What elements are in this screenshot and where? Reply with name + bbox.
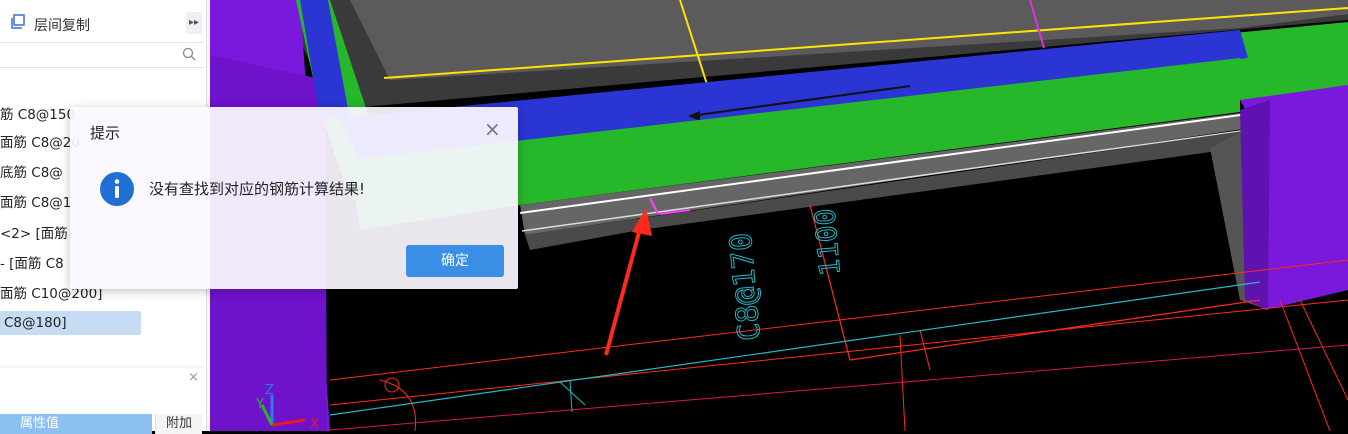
collapse-panel-button[interactable]: ▸▸	[186, 12, 202, 34]
dimension-text: 1100	[808, 207, 847, 277]
tree-item-selected[interactable]: C8@180]	[0, 311, 141, 335]
tree-item[interactable]: 面筋 C8@1	[0, 191, 71, 215]
property-value-label: 属性值	[20, 416, 60, 431]
axis-label-x: X	[310, 417, 319, 431]
tree-item[interactable]: - [面筋 C8	[0, 252, 64, 276]
search-icon[interactable]	[182, 47, 196, 61]
property-panel: × 属性值 附加	[0, 368, 207, 434]
copy-icon[interactable]	[10, 14, 26, 30]
floor-copy-button[interactable]: 层间复制	[34, 15, 90, 35]
search-input[interactable]	[0, 42, 204, 68]
close-icon[interactable]: ×	[188, 370, 199, 385]
tree-item[interactable]: 筋 C8@150	[0, 103, 75, 127]
tree-item[interactable]: <2> [面筋	[0, 222, 68, 246]
tree-item[interactable]: 面筋 C8@20	[0, 131, 80, 155]
close-icon[interactable]: ×	[484, 119, 501, 139]
axis-label-z: Z	[265, 383, 274, 398]
property-value-header: 属性值	[0, 414, 152, 434]
axis-label-y: Y	[255, 397, 264, 412]
dialog-title: 提示	[90, 124, 121, 142]
panel-toolbar: 层间复制 ▸▸	[0, 8, 206, 38]
extra-header: 附加	[155, 414, 202, 434]
ok-button[interactable]: 确定	[406, 245, 504, 277]
dialog-message: 没有查找到对应的钢筋计算结果!	[149, 180, 366, 198]
tree-item[interactable]: 底筋 C8@	[0, 161, 63, 185]
info-icon	[100, 172, 134, 206]
prompt-dialog: 提示 × 没有查找到对应的钢筋计算结果! 确定	[70, 107, 518, 289]
